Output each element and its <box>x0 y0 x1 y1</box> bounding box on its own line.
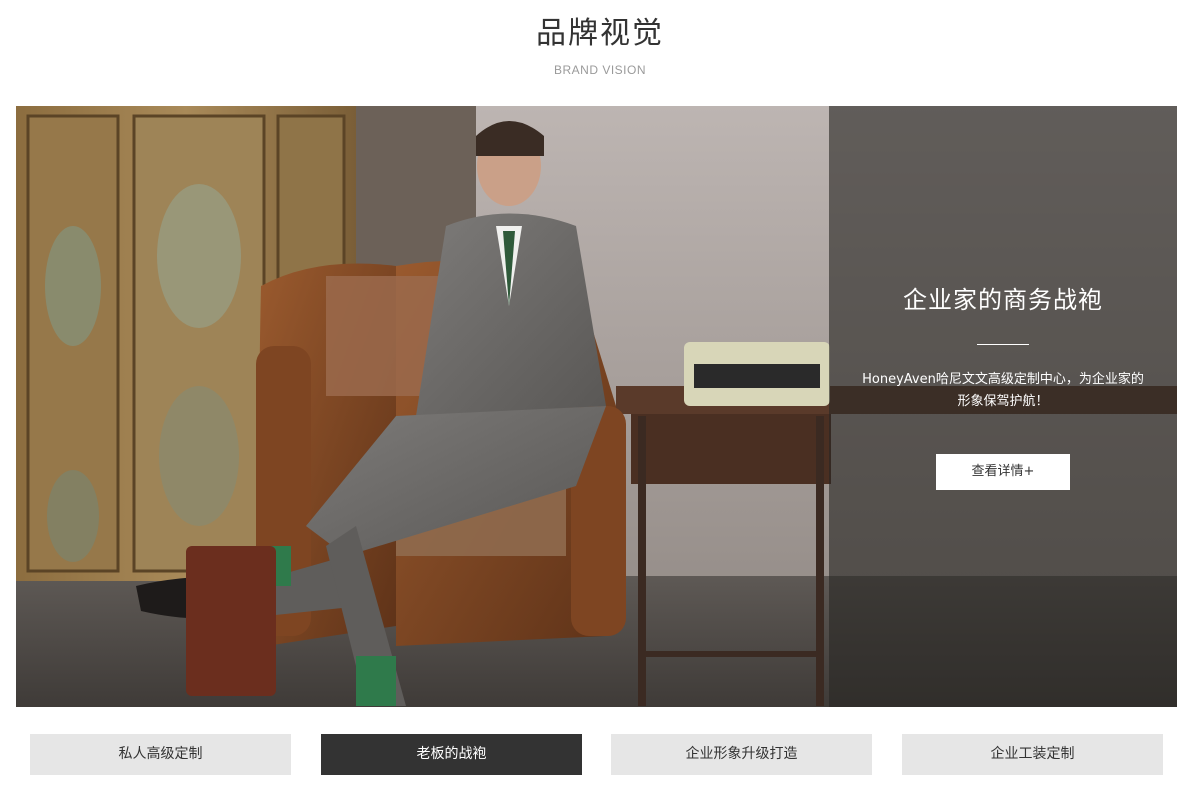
section-header: 品牌视觉 BRAND VISION <box>0 0 1200 106</box>
view-details-button[interactable]: 查看详情+ <box>936 454 1070 490</box>
category-tabs: 私人高级定制 老板的战袍 企业形象升级打造 企业工装定制 <box>30 734 1164 775</box>
tab-corporate-image[interactable]: 企业形象升级打造 <box>611 734 872 775</box>
tab-boss-armor[interactable]: 老板的战袍 <box>321 734 582 775</box>
tab-private-custom[interactable]: 私人高级定制 <box>30 734 291 775</box>
tab-corporate-uniform[interactable]: 企业工装定制 <box>902 734 1163 775</box>
banner-heading: 企业家的商务战袍 <box>903 286 1103 314</box>
banner-description: HoneyAven哈尼文文高级定制中心，为企业家的形象保驾护航！ <box>862 372 1144 409</box>
section-subtitle: BRAND VISION <box>553 63 646 77</box>
section-title: 品牌视觉 <box>536 16 664 51</box>
brand-banner: 企业家的商务战袍 HoneyAven哈尼文文高级定制中心，为企业家的形象保驾护航… <box>16 106 1177 707</box>
heading-divider <box>977 344 1029 345</box>
banner-overlay: 企业家的商务战袍 HoneyAven哈尼文文高级定制中心，为企业家的形象保驾护航… <box>829 106 1177 707</box>
